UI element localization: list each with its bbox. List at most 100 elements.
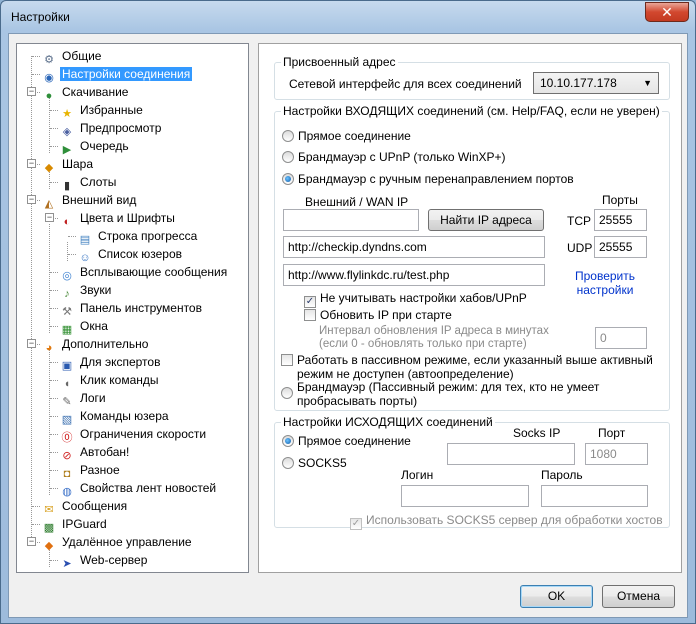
tree-connector xyxy=(68,236,76,237)
assigned-address-title: Присвоенный адрес xyxy=(281,55,398,69)
radio-passive-firewall[interactable]: Брандмауэр (Пассивный режим: для тех, кт… xyxy=(281,380,665,408)
login-label: Логин xyxy=(401,468,434,482)
checkbox-box[interactable]: ✓ xyxy=(350,518,362,530)
tree-item[interactable]: ◭ Внешний вид xyxy=(41,191,138,210)
tree-item[interactable]: ▧ Команды юзера xyxy=(59,407,171,426)
incoming-title: Настройки ВХОДЯЩИХ соединений (см. Help/… xyxy=(281,104,662,118)
tree-item[interactable]: ➤ Web-сервер xyxy=(59,551,149,570)
tree-item-label: Звуки xyxy=(80,283,112,297)
tree-item[interactable]: ▤ Строка прогресса xyxy=(77,227,199,246)
tree-expander-icon[interactable]: − xyxy=(27,537,36,546)
tree-item-label: Ограничения скорости xyxy=(80,427,207,441)
socks-port-input[interactable]: 1080 xyxy=(585,443,648,465)
tree-item[interactable]: ◐ Цвета и Шрифты xyxy=(59,209,177,228)
tree-item[interactable]: ◘ Разное xyxy=(59,461,122,480)
radio-circle-selected[interactable] xyxy=(282,435,294,447)
interface-label: Сетевой интерфейс для всех соединений xyxy=(289,77,522,91)
tree-item[interactable]: ◆ Шара xyxy=(41,155,95,174)
tree-item[interactable]: ◆ Удалённое управление xyxy=(41,533,194,552)
tree-item[interactable]: ◖ Клик команды xyxy=(59,371,161,390)
tree-item-label: Список юзеров xyxy=(98,247,183,261)
tree-item[interactable]: ◍ Свойства лент новостей xyxy=(59,479,218,498)
test-url-input[interactable]: http://www.flylinkdc.ru/test.php xyxy=(283,264,545,286)
radio-socks5[interactable]: SOCKS5 xyxy=(282,456,347,470)
radio-manual-ports[interactable]: Брандмауэр с ручным перенаправлением пор… xyxy=(282,172,574,186)
interval-label: Интервал обновления IP адреса в минутах … xyxy=(319,325,549,350)
use-socks-checkbox[interactable]: ✓ Использовать SOCKS5 сервер для обработк… xyxy=(350,513,663,530)
tree-item-label: Общие xyxy=(62,49,102,63)
udp-port-input[interactable]: 25555 xyxy=(594,236,647,258)
tree-connector xyxy=(50,290,58,291)
interface-combo[interactable]: 10.10.177.178 ▼ xyxy=(533,72,659,94)
check-settings-link[interactable]: Проверить настройки xyxy=(565,269,645,297)
radio-circle[interactable] xyxy=(282,151,294,163)
login-input[interactable] xyxy=(401,485,529,507)
tree-connector xyxy=(50,560,58,561)
tree-expander-icon[interactable]: − xyxy=(45,213,54,222)
ok-button[interactable]: OK xyxy=(520,585,593,608)
settings-tree[interactable]: ⚙ Общие ◉ Настройки соединения − ● Скачивание ★… xyxy=(16,43,249,573)
tree-item[interactable]: ✎ Логи xyxy=(59,389,108,408)
checkip-url-input[interactable]: http://checkip.dyndns.com xyxy=(283,236,545,258)
tree-item[interactable]: ▶ Очередь xyxy=(59,137,131,156)
tree-item[interactable]: ◈ Предпросмотр xyxy=(59,119,163,138)
tree-item[interactable]: ⊘ Автобан! xyxy=(59,443,131,462)
title-bar[interactable]: Настройки ✕ xyxy=(1,1,695,33)
ignore-hub-checkbox[interactable]: ✓ Не учитывать настройки хабов/UPnP xyxy=(304,291,527,308)
tree-item[interactable]: ☺ Список юзеров xyxy=(77,245,184,264)
tree-connector xyxy=(50,398,58,399)
tree-expander-icon[interactable]: − xyxy=(27,195,36,204)
checkbox-box[interactable]: ✓ xyxy=(304,296,316,308)
settings-panel: Присвоенный адрес Сетевой интерфейс для … xyxy=(258,43,682,573)
radio-circle[interactable] xyxy=(282,130,294,142)
tree-expander-icon[interactable]: − xyxy=(27,339,36,348)
password-input[interactable] xyxy=(541,485,648,507)
radio-upnp-label: Брандмауэр с UPnP (только WinXP+) xyxy=(298,150,506,164)
radio-circle-selected[interactable] xyxy=(282,173,294,185)
passive-mode-checkbox[interactable]: Работать в пассивном режиме, если указан… xyxy=(281,353,665,381)
radio-circle[interactable] xyxy=(281,387,293,399)
wan-ip-input[interactable] xyxy=(283,209,419,231)
tree-connector xyxy=(50,110,58,111)
tree-item[interactable]: ▦ Окна xyxy=(59,317,110,336)
tree-item[interactable]: ◕ Дополнительно xyxy=(41,335,150,354)
radio-upnp[interactable]: Брандмауэр с UPnP (только WinXP+) xyxy=(282,150,506,164)
tree-item[interactable]: ★ Избранные xyxy=(59,101,145,120)
tree-item[interactable]: ♪ Звуки xyxy=(59,281,113,300)
radio-direct-incoming[interactable]: Прямое соединение xyxy=(282,129,411,143)
tree-item[interactable]: ✉ Сообщения xyxy=(41,497,129,516)
tree-item[interactable]: ▣ Для экспертов xyxy=(59,353,162,372)
tree-item[interactable]: ▮ Слоты xyxy=(59,173,118,192)
download-icon: ● xyxy=(45,90,53,102)
tree-item[interactable]: ⚒ Панель инструментов xyxy=(59,299,204,318)
tree-item-label: Логи xyxy=(80,391,106,405)
tree-item-label: Для экспертов xyxy=(80,355,161,369)
cancel-button[interactable]: Отмена xyxy=(602,585,675,608)
tree-item-label: Сообщения xyxy=(62,499,128,513)
socks-ip-input[interactable] xyxy=(447,443,575,465)
close-button[interactable]: ✕ xyxy=(645,2,689,22)
tree-expander-icon[interactable]: − xyxy=(27,159,36,168)
checkbox-box[interactable] xyxy=(281,354,293,366)
passive-mode-label: Работать в пассивном режиме, если указан… xyxy=(297,353,653,381)
find-ip-button[interactable]: Найти IP адреса xyxy=(428,209,544,231)
webserver-icon: ➤ xyxy=(62,558,72,570)
interval-input[interactable]: 0 xyxy=(595,327,647,349)
tree-item[interactable]: ● Скачивание xyxy=(41,83,130,102)
update-ip-checkbox[interactable]: Обновить IP при старте xyxy=(304,308,452,322)
settings-window: Настройки ✕ ⚙ Общие ◉ Настройки соединения −… xyxy=(0,0,696,624)
tree-item-label: Всплывающие сообщения xyxy=(80,265,228,279)
radio-direct-outgoing[interactable]: Прямое соединение xyxy=(282,434,411,448)
tree-item[interactable]: ◉ Настройки соединения xyxy=(41,65,193,84)
tree-item[interactable]: ⓪ Ограничения скорости xyxy=(59,425,208,444)
tree-item[interactable]: ⚙ Общие xyxy=(41,47,103,66)
radio-circle[interactable] xyxy=(282,457,294,469)
tree-expander-icon[interactable]: − xyxy=(27,87,36,96)
tree-item-label: Дополнительно xyxy=(62,337,149,351)
udp-label: UDP xyxy=(567,241,593,255)
tree-item-label: Избранные xyxy=(80,103,143,117)
checkbox-box[interactable] xyxy=(304,309,316,321)
tcp-port-input[interactable]: 25555 xyxy=(594,209,647,231)
tree-item[interactable]: ◎ Всплывающие сообщения xyxy=(59,263,229,282)
tree-item[interactable]: ▩ IPGuard xyxy=(41,515,109,534)
